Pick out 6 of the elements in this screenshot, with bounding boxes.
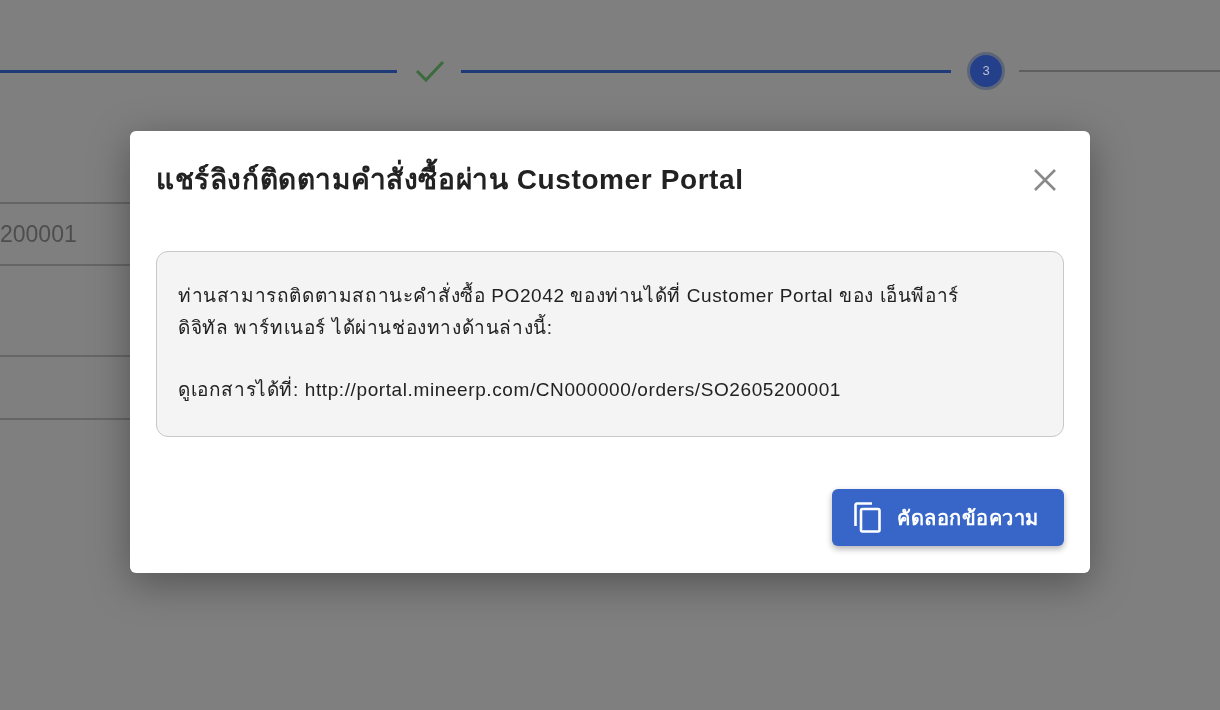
copy-text-button[interactable]: คัดลอกข้อความ	[832, 489, 1064, 546]
message-text: ดูเอกสารได้ที่: http://portal.mineerp.com/CN000000/orders/SO2605200001	[178, 374, 1003, 406]
close-icon[interactable]	[1032, 167, 1058, 193]
copy-icon	[854, 502, 881, 533]
step-number: 3	[967, 52, 1005, 90]
message-text: ท่านสามารถติดตามสถานะคำสั่งซื้อ PO2042 ของท่านได้ที่ Customer Portal ของ เอ็นพีอาร์ ดิจิทัล พาร์ทเนอร์ ได้ผ่านช่องทางด้านล่างนี้:	[178, 280, 1003, 344]
